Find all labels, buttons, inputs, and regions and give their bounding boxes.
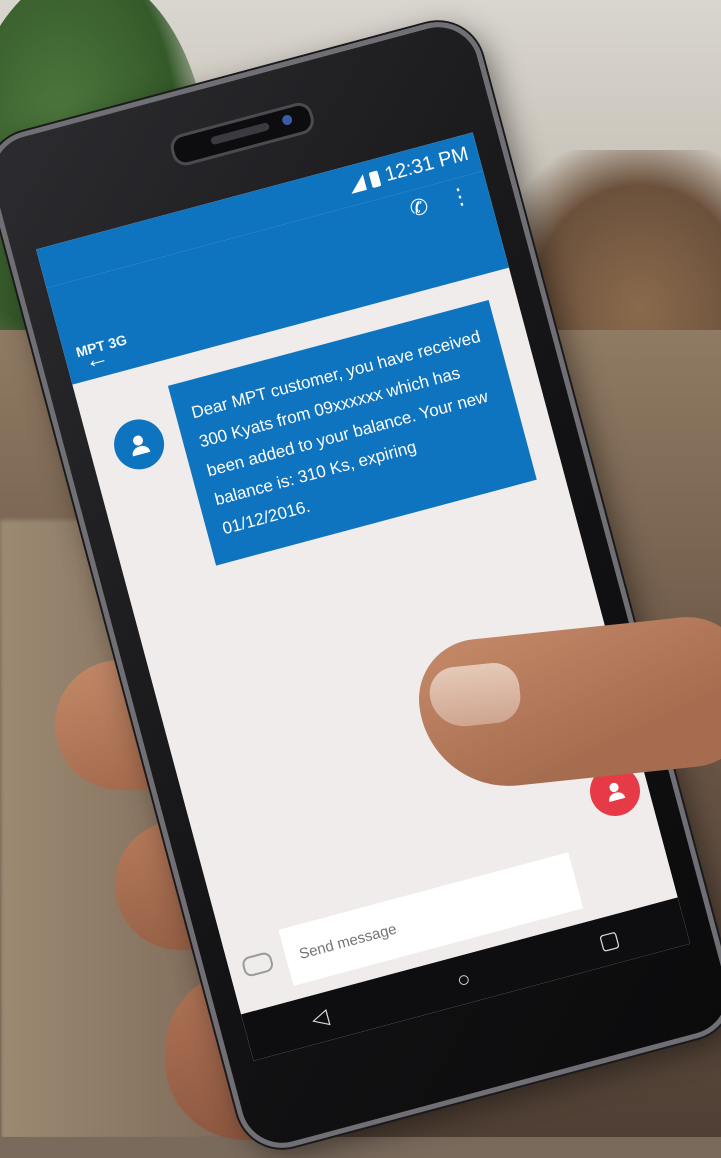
person-icon bbox=[609, 782, 626, 803]
overflow-menu-icon[interactable]: ⋮ bbox=[446, 182, 474, 213]
earpiece bbox=[167, 99, 317, 169]
nav-recents-icon[interactable]: ▢ bbox=[596, 925, 623, 955]
signal-icon bbox=[347, 173, 368, 194]
toolbar-actions: ✆ ⋮ bbox=[407, 182, 474, 223]
sender-avatar[interactable] bbox=[108, 413, 170, 476]
speaker-slot bbox=[210, 122, 271, 146]
conversation-area: Dear MPT customer, you have received 300… bbox=[72, 268, 656, 936]
nav-home-icon[interactable]: ○ bbox=[454, 965, 474, 994]
smartphone: 12:31 PM ✆ ⋮ MPT 3G ← Dear MPT customer,… bbox=[0, 11, 721, 1158]
person-icon bbox=[132, 435, 151, 457]
battery-icon bbox=[368, 169, 382, 188]
camera-icon bbox=[281, 113, 294, 127]
phone-screen: 12:31 PM ✆ ⋮ MPT 3G ← Dear MPT customer,… bbox=[36, 132, 691, 1061]
phone-wrapper: 12:31 PM ✆ ⋮ MPT 3G ← Dear MPT customer,… bbox=[0, 0, 721, 1158]
nav-back-icon[interactable]: ◁ bbox=[308, 1003, 331, 1032]
emoji-icon[interactable] bbox=[240, 950, 275, 978]
call-icon[interactable]: ✆ bbox=[407, 193, 432, 223]
